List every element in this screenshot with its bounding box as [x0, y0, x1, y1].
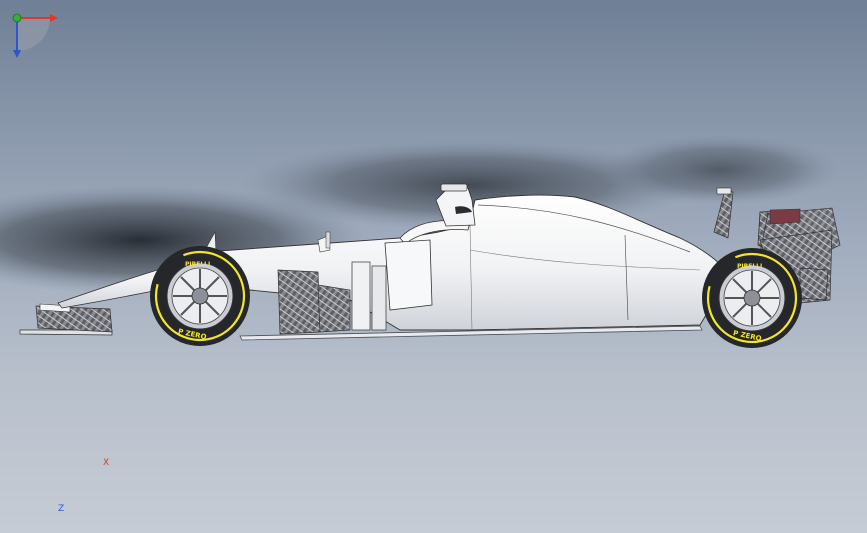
- t-wing-top: [716, 187, 732, 195]
- rear-tire-brand: PIRELLI: [737, 263, 762, 270]
- bargeboard-2: [317, 284, 351, 333]
- z-axis-label: Z: [58, 504, 65, 514]
- x-axis-label: X: [103, 458, 110, 468]
- sidepod-inlet: [384, 239, 433, 311]
- front-tire-brand: PIRELLI: [185, 261, 210, 268]
- bargeboard: [277, 269, 321, 335]
- mirror-stalk: [325, 231, 331, 249]
- orientation-triad[interactable]: [0, 0, 70, 70]
- diffuser: [799, 267, 829, 301]
- camera-pod: [440, 183, 468, 192]
- front-wing: [19, 303, 113, 336]
- turning-vane: [351, 261, 371, 331]
- y-axis-icon: [12, 13, 22, 23]
- car-model-canvas: PIRELLI P ZERO PIRELLI P ZERO: [0, 135, 841, 348]
- turning-vane-2: [371, 265, 387, 331]
- backdrop-shadow-3: [600, 135, 840, 205]
- model-viewport[interactable]: PIRELLI P ZERO PIRELLI P ZERO X Z: [0, 0, 867, 533]
- triad-quadrant: [17, 18, 50, 51]
